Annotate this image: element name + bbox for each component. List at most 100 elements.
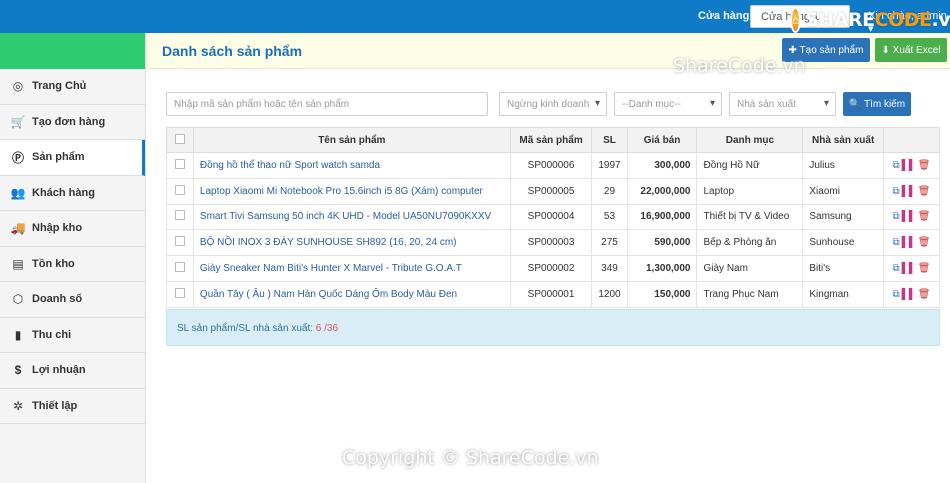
trash-icon[interactable]: 🗑 [918,211,931,222]
category-select[interactable]: --Danh mục-- [614,92,722,116]
select-all-cell[interactable] [166,127,194,153]
col-qty: SL [591,127,628,153]
copy-icon[interactable]: ⧉ [892,263,899,274]
barcode-icon[interactable]: ▌▌ [902,289,916,300]
cart-icon: 🛒 [10,114,26,129]
store-label: Cửa hàng [698,10,750,22]
product-name[interactable]: Smart Tivi Samsung 50 inch 4K UHD - Mode… [192,203,511,231]
table-row: Smart Tivi Samsung 50 inch 4K UHD - Mode… [166,203,941,231]
product-category: Trang Phục Nam [696,280,804,308]
inventory-icon: ▤ [12,256,24,271]
trash-icon[interactable]: 🗑 [918,263,931,274]
top-bar: Cửa hàng Cửa hàng 1 Xin chào, admin ▾ ⌂ … [0,0,950,35]
copy-icon[interactable]: ⧉ [892,160,899,171]
search-input[interactable]: Nhập mã sản phẩm hoặc tên sản phẩm [166,92,488,116]
page-title: Danh sách sản phẩm [162,43,303,59]
sidebar-item-cashflow[interactable]: ▮ Thu chi [0,318,145,353]
row-actions: ⧉ ▌▌ 🗑 [882,203,941,231]
barcode-icon[interactable]: ▌▌ [902,211,916,222]
row-checkbox[interactable] [174,184,185,195]
sidebar-item-label: Trang Chủ [32,80,87,93]
product-table: Tên sản phẩm Mã sản phẩm SL Giá bán Danh… [166,127,941,308]
product-code: SP000003 [509,229,593,257]
logo-circle-icon: ⌂ [790,7,802,33]
copy-icon[interactable]: ⧉ [892,237,899,248]
col-code: Mã sản phẩm [509,127,593,153]
sidebar-brand [0,33,145,69]
sidebar-item-profit[interactable]: $ Lợi nhuận [0,353,145,389]
trash-icon[interactable]: 🗑 [918,186,931,197]
truck-icon: 🚚 [10,221,26,236]
sidebar-item-home[interactable]: ◎ Trang Chủ [0,69,145,105]
summary-bar: SL sản phẩm/SL nhà sản xuất: 6 /36 [166,309,940,346]
product-qty: 349 [591,255,628,282]
summary-count: 6 /36 [315,323,339,334]
product-price: 300,000 [626,152,698,179]
row-actions: ⧉ ▌▌ 🗑 [882,229,941,257]
sidebar-item-label: Sản phẩm [32,151,85,164]
ledger-icon: ▮ [14,327,22,342]
sidebar-item-products[interactable]: Ⓟ Sản phẩm [0,140,145,176]
row-actions: ⧉ ▌▌ 🗑 [882,255,941,282]
product-name[interactable]: Quần Tây ( Âu ) Nam Hàn Quốc Dáng Ôm Bod… [192,280,511,308]
product-maker: Xiaomi [802,177,884,205]
product-maker: Kingman [802,280,884,308]
product-price: 1,300,000 [626,255,698,282]
trash-icon[interactable]: 🗑 [918,289,931,300]
product-maker: Biti's [802,255,884,282]
export-excel-button[interactable]: ⬇ Xuất Excel [875,38,947,62]
copy-icon[interactable]: ⧉ [892,289,899,300]
logo-text: SHARECODE.vn [805,9,950,31]
table-header-row: Tên sản phẩm Mã sản phẩm SL Giá bán Danh… [166,127,941,153]
sidebar-item-label: Thiết lập [32,399,78,412]
product-code: SP000004 [509,203,593,231]
row-checkbox[interactable] [174,158,185,169]
col-actions [882,127,941,153]
copy-icon[interactable]: ⧉ [892,211,899,222]
product-icon: Ⓟ [11,150,24,165]
barcode-icon[interactable]: ▌▌ [902,237,916,248]
product-code: SP000002 [509,255,593,282]
row-checkbox[interactable] [174,236,185,247]
sidebar-item-inventory[interactable]: ▤ Tồn kho [0,247,145,282]
trade-status-select[interactable]: Ngừng kinh doanh [499,92,607,116]
product-name[interactable]: Giày Sneaker Nam Biti's Hunter X Marvel … [192,255,511,282]
copy-icon[interactable]: ⧉ [892,186,899,197]
trash-icon[interactable]: 🗑 [918,237,931,248]
product-category: Đồng Hồ Nữ [696,152,804,179]
manufacturer-select[interactable]: Nhà sản xuất [729,92,836,116]
row-checkbox[interactable] [174,262,185,273]
product-price: 22,000,000 [626,177,698,205]
product-qty: 275 [591,229,628,257]
barcode-icon[interactable]: ▌▌ [902,160,916,171]
product-maker: Samsung [802,203,884,231]
barcode-icon[interactable]: ▌▌ [902,186,916,197]
product-category: Thiết bị TV & Video [696,203,804,231]
sidebar-item-customers[interactable]: 👥 Khách hàng [0,176,145,211]
sidebar-item-create-order[interactable]: 🛒 Tạo đơn hàng [0,105,145,140]
product-price: 16,900,000 [626,203,698,231]
product-qty: 53 [591,203,628,231]
product-name[interactable]: BỘ NỒI INOX 3 ĐÁY SUNHOUSE SH892 (16, 20… [192,229,511,257]
watermark: ShareCode.vn [673,55,806,77]
product-maker: Sunhouse [802,229,884,257]
sidebar-item-label: Doanh số [32,293,83,306]
row-checkbox[interactable] [174,287,185,298]
product-code: SP000006 [509,152,593,179]
sidebar-item-import[interactable]: 🚚 Nhập kho [0,211,145,247]
col-category: Danh mục [696,127,804,153]
sidebar-item-settings[interactable]: ✲ Thiết lập [0,389,145,424]
search-button[interactable]: 🔍 Tìm kiếm [843,92,911,116]
select-all-checkbox[interactable] [174,133,185,144]
page-header: Danh sách sản phẩm ✚ Tạo sản phẩm ⬇ Xuất… [146,33,950,69]
gear-icon: ✲ [12,398,24,413]
sharecode-logo: ⌂ SHARECODE.vn [790,6,950,34]
barcode-icon[interactable]: ▌▌ [902,263,916,274]
trash-icon[interactable]: 🗑 [918,160,931,171]
product-name[interactable]: Laptop Xiaomi Mi Notebook Pro 15.6inch i… [192,177,511,205]
row-checkbox[interactable] [174,210,185,221]
product-name[interactable]: Đồng hồ thể thao nữ Sport watch samda [192,152,511,179]
sidebar: ◎ Trang Chủ 🛒 Tạo đơn hàng Ⓟ Sản phẩm 👥 Khác… [0,33,146,483]
dashboard-icon: ◎ [12,79,24,94]
sidebar-item-revenue[interactable]: ⬡ Doanh số [0,282,145,318]
